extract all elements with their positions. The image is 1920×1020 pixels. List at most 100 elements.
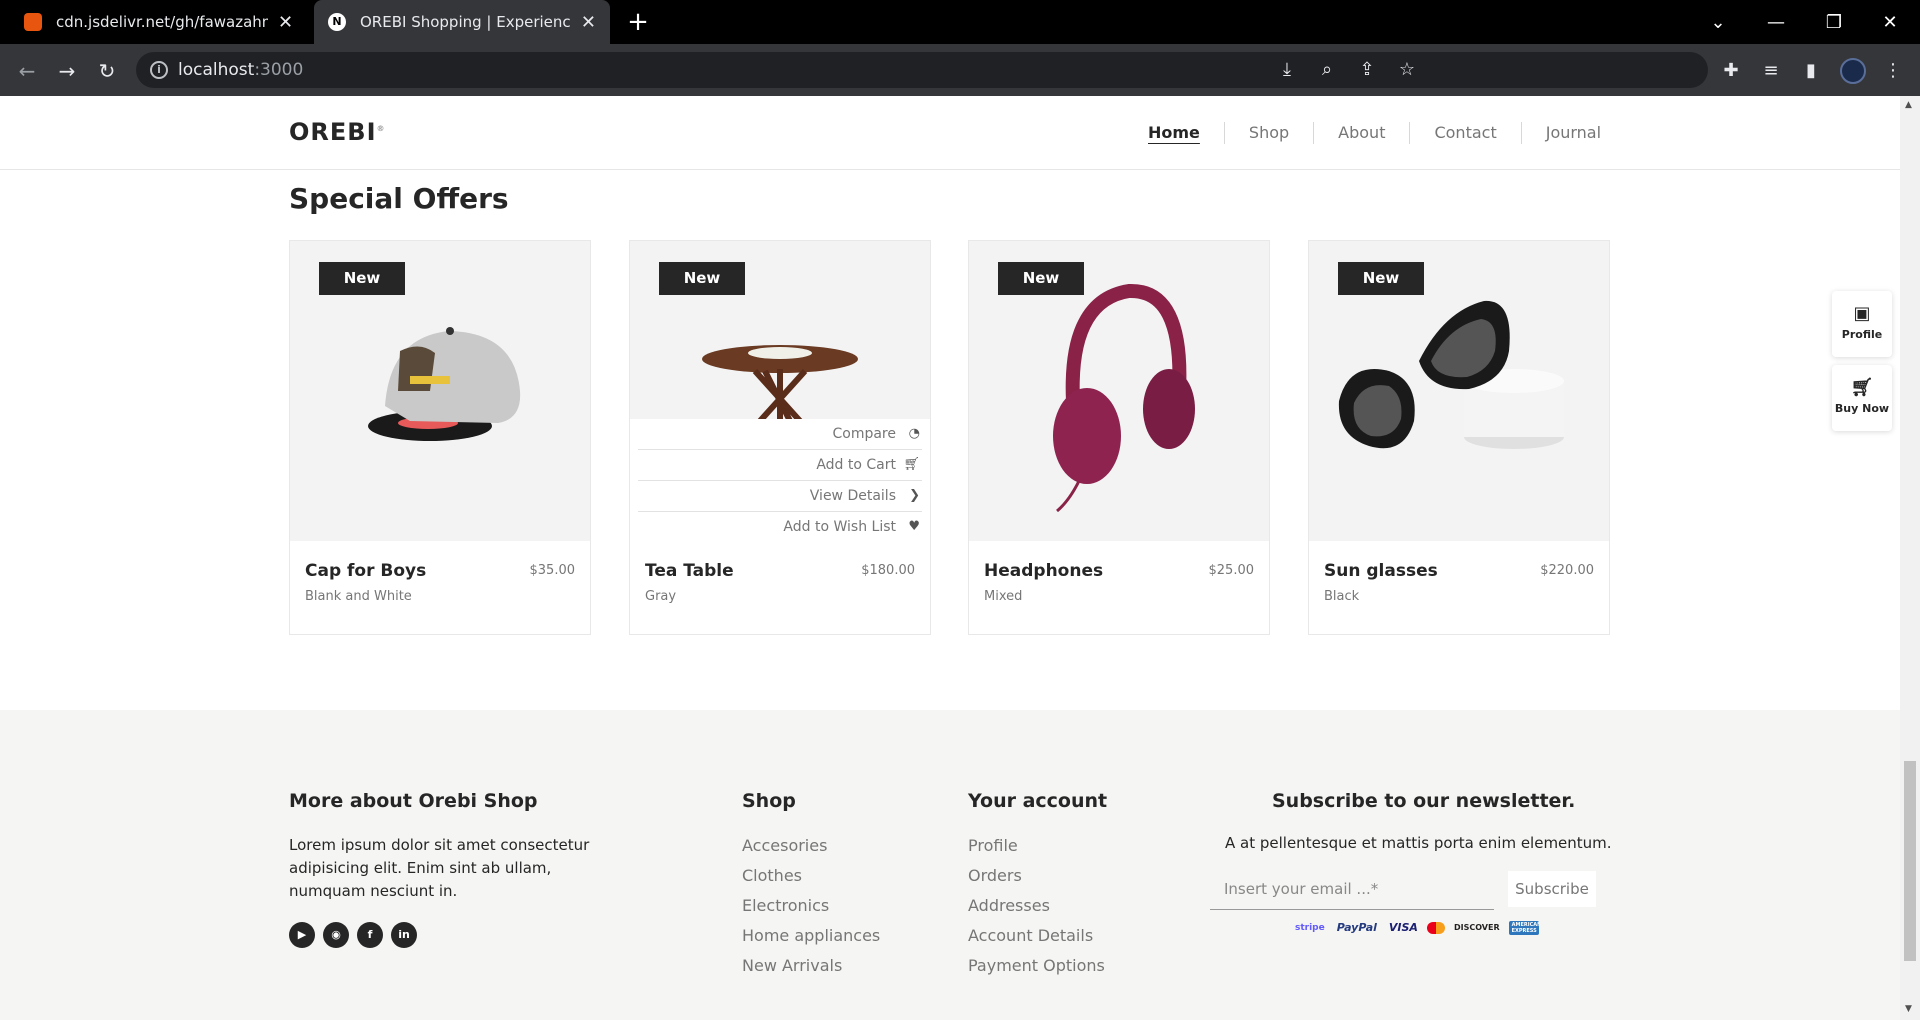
product-price: $35.00	[529, 563, 576, 578]
footer-link[interactable]: Clothes	[742, 866, 802, 885]
main-nav: Home Shop About Contact Journal	[1124, 122, 1625, 144]
heart-icon: ♥	[908, 519, 920, 534]
menu-icon[interactable]: ⋮	[1882, 60, 1904, 82]
newsletter-title: Subscribe to our newsletter.	[1272, 790, 1576, 812]
close-tab-icon[interactable]: ✕	[581, 12, 596, 33]
share-icon[interactable]: ⇪	[1356, 59, 1378, 81]
facebook-icon[interactable]: f	[357, 922, 383, 948]
product-price: $25.00	[1208, 563, 1255, 578]
nav-journal[interactable]: Journal	[1522, 122, 1625, 144]
forward-icon[interactable]: →	[54, 58, 80, 84]
footer-link[interactable]: New Arrivals	[742, 956, 842, 975]
compare-icon: ◔	[908, 426, 920, 441]
footer-link[interactable]: Orders	[968, 866, 1022, 885]
product-image[interactable]: New	[1309, 241, 1609, 541]
amex-logo: AMERICAN EXPRESS	[1508, 920, 1539, 935]
extensions-icon[interactable]: ✚	[1720, 60, 1742, 82]
product-card[interactable]: New Headphones $25.00 Mixed	[968, 240, 1270, 635]
product-name[interactable]: Headphones	[984, 561, 1103, 581]
product-image[interactable]: New	[969, 241, 1269, 541]
profile-float-button[interactable]: ▣ Profile	[1832, 291, 1892, 357]
browser-tab-bar: cdn.jsdelivr.net/gh/fawazahmed0 ✕ N OREB…	[0, 0, 1920, 44]
product-card[interactable]: New Cap for Boys $35.00 Blank and White	[289, 240, 591, 635]
nav-about[interactable]: About	[1314, 122, 1411, 144]
payment-methods: stripe PayPal VISA DISCOVER AMERICAN EXP…	[1292, 920, 1539, 935]
buy-now-float-button[interactable]: 🛒︎ Buy Now	[1832, 365, 1892, 431]
footer-about-title: More about Orebi Shop	[289, 790, 538, 812]
add-to-wishlist-action[interactable]: Add to Wish List ♥	[638, 512, 922, 541]
add-to-cart-action[interactable]: Add to Cart 🛒︎	[638, 450, 922, 481]
discover-logo: DISCOVER	[1453, 923, 1500, 932]
profile-icon: ▣	[1853, 303, 1871, 324]
product-name[interactable]: Tea Table	[645, 561, 734, 581]
tab-search-icon[interactable]: ⌄	[1690, 0, 1746, 44]
paypal-logo: PayPal	[1336, 921, 1377, 934]
back-icon[interactable]: ←	[14, 58, 40, 84]
browser-tab[interactable]: cdn.jsdelivr.net/gh/fawazahmed0 ✕	[10, 0, 312, 44]
minimize-icon[interactable]: —	[1748, 0, 1804, 44]
product-price: $180.00	[861, 563, 915, 578]
site-logo[interactable]: OREBI®	[289, 118, 386, 146]
scrollbar-thumb[interactable]	[1904, 761, 1916, 961]
new-badge: New	[1338, 262, 1424, 295]
new-badge: New	[319, 262, 405, 295]
product-color: Blank and White	[305, 589, 412, 604]
product-color: Gray	[645, 589, 677, 604]
product-color: Black	[1324, 589, 1360, 604]
site-info-icon[interactable]: i	[150, 61, 168, 79]
footer-link[interactable]: Electronics	[742, 896, 829, 915]
footer-link[interactable]: Accesories	[742, 836, 827, 855]
product-price: $220.00	[1540, 563, 1594, 578]
site-footer: More about Orebi Shop Lorem ipsum dolor …	[0, 710, 1900, 1020]
page-scrollbar[interactable]: ▲ ▼	[1900, 96, 1920, 1020]
media-icon[interactable]: ≡	[1760, 60, 1782, 82]
browser-toolbar: ← → ↻ i localhost:3000 ⤓ ⌕ ⇪ ☆ ✚ ≡ ▮ ⋮	[0, 44, 1920, 96]
footer-link[interactable]: Home appliances	[742, 926, 880, 945]
address-bar[interactable]: i localhost:3000 ⤓ ⌕ ⇪ ☆	[136, 52, 1708, 88]
scroll-down-icon[interactable]: ▼	[1905, 1004, 1912, 1014]
youtube-icon[interactable]: ▶	[289, 922, 315, 948]
site-header: OREBI® Home Shop About Contact Journal	[0, 96, 1900, 170]
product-image[interactable]: New Compare ◔ Add to Cart 🛒︎ View Details ❯…	[630, 241, 930, 541]
new-badge: New	[998, 262, 1084, 295]
email-input[interactable]	[1210, 868, 1494, 909]
product-name[interactable]: Cap for Boys	[305, 561, 426, 581]
profile-avatar[interactable]	[1840, 58, 1866, 84]
zoom-icon[interactable]: ⌕	[1316, 59, 1338, 81]
notion-favicon-icon: N	[328, 13, 346, 31]
footer-link[interactable]: Addresses	[968, 896, 1050, 915]
details-icon: ❯	[909, 488, 920, 503]
product-name[interactable]: Sun glasses	[1324, 561, 1438, 581]
side-panel-icon[interactable]: ▮	[1800, 60, 1822, 82]
install-icon[interactable]: ⤓	[1276, 59, 1298, 81]
footer-link[interactable]: Account Details	[968, 926, 1093, 945]
nav-home[interactable]: Home	[1124, 122, 1225, 144]
footer-account-title: Your account	[968, 790, 1108, 812]
compare-action[interactable]: Compare ◔	[638, 419, 922, 450]
nav-shop[interactable]: Shop	[1225, 122, 1315, 144]
bookmark-star-icon[interactable]: ☆	[1396, 59, 1418, 81]
view-details-action[interactable]: View Details ❯	[638, 481, 922, 512]
nav-contact[interactable]: Contact	[1410, 122, 1522, 144]
footer-link[interactable]: Payment Options	[968, 956, 1105, 975]
reload-icon[interactable]: ↻	[94, 58, 120, 84]
close-window-icon[interactable]: ✕	[1862, 0, 1918, 44]
scroll-up-icon[interactable]: ▲	[1905, 100, 1912, 110]
linkedin-icon[interactable]: in	[391, 922, 417, 948]
footer-link[interactable]: Profile	[968, 836, 1018, 855]
page: OREBI® Home Shop About Contact Journal S…	[0, 96, 1900, 1020]
restore-icon[interactable]: ❐	[1806, 0, 1862, 44]
section-title: Special Offers	[289, 182, 509, 215]
product-hover-menu: Compare ◔ Add to Cart 🛒︎ View Details ❯ Add…	[630, 419, 930, 541]
github-icon[interactable]: ◉	[323, 922, 349, 948]
product-card[interactable]: New Compare ◔ Add to Cart 🛒︎ View Details ❯…	[629, 240, 931, 635]
footer-shop-title: Shop	[742, 790, 796, 812]
new-tab-icon[interactable]: +	[622, 6, 654, 38]
product-card[interactable]: New Sun glasses $220.00 Black	[1308, 240, 1610, 635]
product-image[interactable]: New	[290, 241, 590, 541]
visa-logo: VISA	[1388, 921, 1418, 934]
shield-favicon-icon	[24, 13, 42, 31]
subscribe-button[interactable]: Subscribe	[1508, 871, 1596, 907]
close-tab-icon[interactable]: ✕	[278, 12, 293, 33]
browser-tab-active[interactable]: N OREBI Shopping | Experience the ✕	[314, 0, 610, 44]
